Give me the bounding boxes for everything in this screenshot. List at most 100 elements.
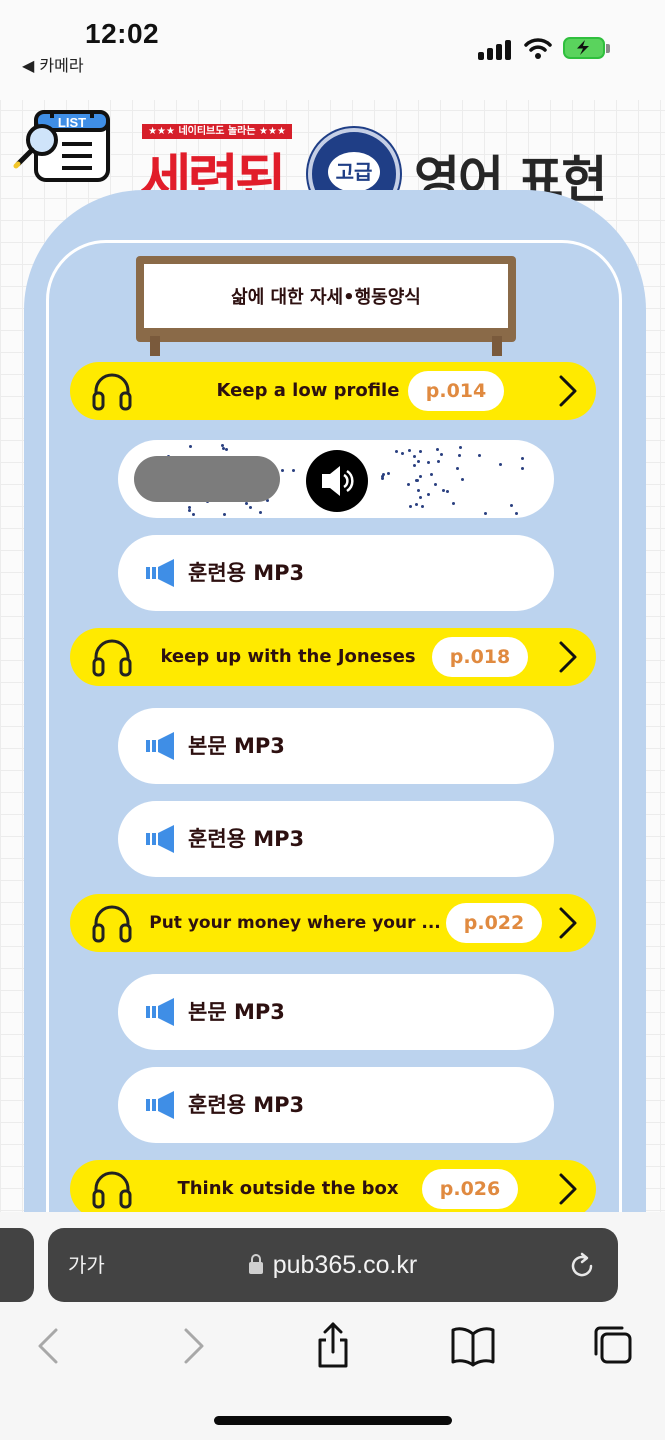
chevron-right-icon[interactable] (556, 906, 580, 940)
audio-waveform-dot (224, 447, 228, 451)
audio-waveform-dot (417, 460, 421, 464)
battery-tip (606, 44, 610, 53)
audio-waveform-dot (416, 479, 420, 483)
wifi-icon (524, 38, 552, 59)
audio-waveform-dot (421, 505, 425, 509)
audio-waveform-dot (446, 489, 450, 493)
audio-waveform-dot (408, 504, 412, 508)
audio-volume-icon (146, 559, 174, 587)
chapter-title: 삶에 대한 자세•행동양식 (144, 264, 508, 328)
audio-waveform-dot (498, 462, 502, 466)
battery-icon (563, 37, 605, 59)
main-text-mp3-button[interactable]: 본문 MP3 (118, 708, 554, 784)
audio-waveform-dot (434, 483, 438, 487)
audio-waveform-dot (437, 460, 441, 464)
audio-waveform-dot (429, 473, 433, 477)
audio-waveform-dot (419, 474, 423, 478)
audio-waveform-dot (381, 472, 385, 476)
audio-volume-icon (146, 1091, 174, 1119)
url-text: pub365.co.kr (272, 1251, 418, 1279)
back-to-camera-link[interactable]: ◀ 카메라 (22, 52, 84, 76)
audio-waveform-dot (189, 445, 193, 449)
audio-waveform-dot (248, 505, 252, 509)
list-logo-icon: LIST (13, 110, 110, 182)
audio-volume-icon (146, 732, 174, 760)
page-badge: p.026 (422, 1169, 518, 1209)
status-bar: 12:02 ◀ 카메라 (0, 0, 665, 100)
audio-waveform-dot (191, 513, 195, 517)
chevron-right-icon[interactable] (556, 640, 580, 674)
expression-title: Put your money where your ... (149, 913, 441, 933)
headphones-icon (92, 1171, 132, 1209)
main-text-mp3-button[interactable]: 본문 MP3 (118, 974, 554, 1050)
audio-waveform-dot (414, 502, 418, 506)
audio-waveform-dot (187, 505, 191, 509)
audio-waveform-dot (395, 450, 399, 454)
page-badge: p.014 (408, 371, 504, 411)
audio-waveform-dot (514, 511, 518, 515)
mp3-label: 훈련용 MP3 (188, 827, 305, 851)
audio-waveform-dot (413, 455, 417, 459)
previous-tab-peek[interactable] (0, 1228, 34, 1302)
expression-item[interactable]: Put your money where your ... p.022 (70, 894, 596, 952)
audio-waveform-dot (387, 472, 391, 476)
bookmarks-icon[interactable] (448, 1322, 498, 1370)
audio-waveform-dot (521, 457, 525, 461)
board-leg-right (492, 336, 502, 356)
audio-waveform-dot (407, 449, 411, 453)
audio-waveform-dot (413, 463, 417, 467)
audio-waveform-dot (188, 508, 192, 512)
audio-waveform-dot (419, 450, 423, 454)
audio-waveform-dot (510, 504, 514, 508)
audio-player[interactable] (118, 440, 554, 518)
expression-item[interactable]: Think outside the box p.026 (70, 1160, 596, 1218)
lock-icon (248, 1254, 263, 1274)
reload-icon[interactable] (568, 1252, 596, 1280)
expression-title: keep up with the Joneses (160, 646, 416, 667)
mp3-label: 본문 MP3 (188, 1000, 285, 1024)
signal-icon (478, 38, 512, 60)
address-bar[interactable]: 가가 pub365.co.kr (48, 1228, 618, 1302)
expression-title: Think outside the box (177, 1178, 399, 1199)
training-mp3-button[interactable]: 훈련용 MP3 (118, 801, 554, 877)
board-leg-left (150, 336, 160, 356)
forward-arrow-icon[interactable] (168, 1322, 218, 1370)
audio-waveform-dot (458, 453, 462, 457)
audio-waveform-dot (418, 495, 422, 499)
audio-waveform-dot (291, 468, 295, 472)
url-display[interactable]: pub365.co.kr (48, 1228, 618, 1302)
share-icon[interactable] (308, 1322, 358, 1370)
audio-progress[interactable] (134, 456, 280, 502)
home-indicator (214, 1416, 452, 1425)
audio-waveform-dot (458, 445, 462, 449)
level-label: 고급 (328, 152, 380, 192)
expression-item[interactable]: keep up with the Joneses p.018 (70, 628, 596, 686)
audio-waveform-dot (280, 469, 284, 473)
page-badge: p.022 (446, 903, 542, 943)
chevron-right-icon[interactable] (556, 1172, 580, 1206)
headphones-icon (92, 639, 132, 677)
tabs-icon[interactable] (588, 1322, 638, 1370)
speaker-icon (322, 466, 354, 496)
audio-waveform-dot (520, 466, 524, 470)
mp3-label: 훈련용 MP3 (188, 1093, 305, 1117)
audio-waveform-dot (455, 467, 459, 471)
expression-item[interactable]: Keep a low profile p.014 (70, 362, 596, 420)
headphones-icon (92, 905, 132, 943)
audio-waveform-dot (245, 502, 249, 506)
headphones-icon (92, 373, 132, 411)
training-mp3-button[interactable]: 훈련용 MP3 (118, 1067, 554, 1143)
status-time: 12:02 (85, 18, 160, 49)
play-audio-button[interactable] (306, 450, 368, 512)
audio-waveform-dot (222, 512, 226, 516)
chevron-right-icon[interactable] (556, 374, 580, 408)
audio-waveform-dot (442, 488, 445, 492)
audio-waveform-dot (401, 451, 405, 455)
back-arrow-icon[interactable] (24, 1322, 74, 1370)
audio-waveform-dot (484, 511, 488, 515)
audio-waveform-dot (407, 482, 411, 486)
audio-waveform-dot (478, 454, 482, 458)
audio-waveform-dot (426, 492, 430, 496)
training-mp3-button[interactable]: 훈련용 MP3 (118, 535, 554, 611)
audio-volume-icon (146, 998, 174, 1026)
